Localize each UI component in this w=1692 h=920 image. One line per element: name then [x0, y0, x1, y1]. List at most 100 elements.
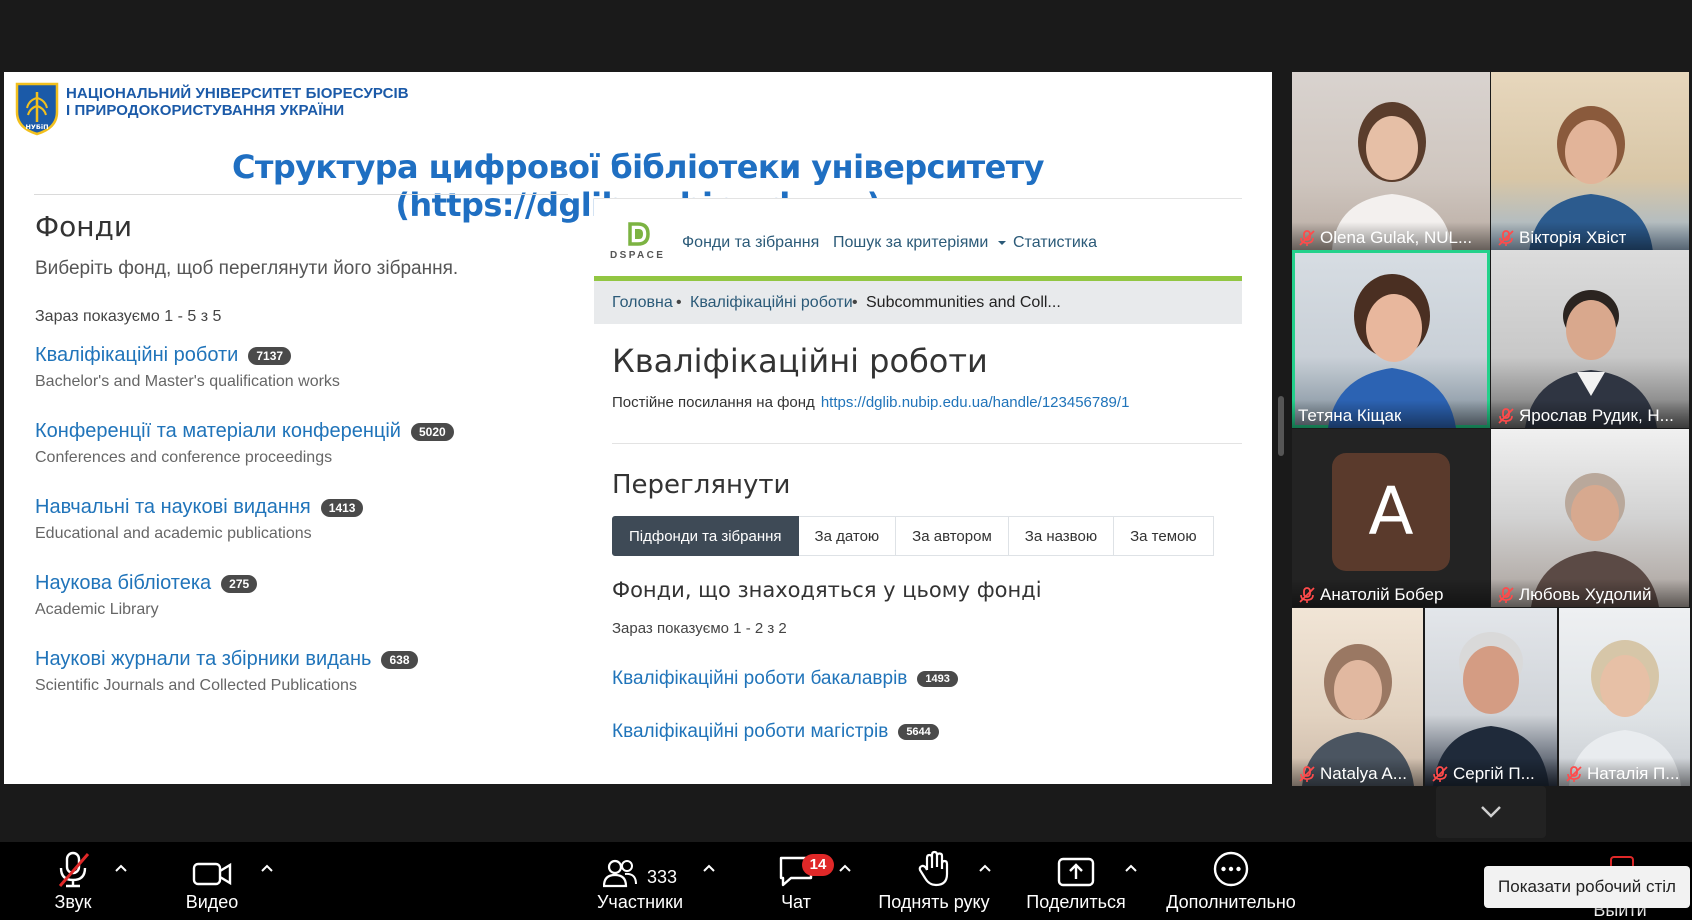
fund-description: Bachelor's and Master's qualification wo…	[35, 373, 340, 390]
caret-down-icon	[997, 241, 1006, 245]
share-screen-button[interactable]: Поделиться	[1024, 842, 1128, 920]
tab-by-title[interactable]: За назвою	[1008, 516, 1115, 556]
fund-link[interactable]: Наукова бібліотека	[35, 572, 211, 595]
breadcrumb: Головна • Кваліфікаційні роботи • Subcom…	[594, 281, 1242, 324]
participant-name-label: Тетяна Кіщак	[1298, 406, 1402, 425]
mic-muted-icon	[1498, 587, 1514, 603]
mic-muted-icon	[1432, 766, 1448, 782]
breadcrumb-separator: •	[676, 294, 682, 311]
audio-button[interactable]: Звук	[46, 842, 100, 920]
participant-tile[interactable]: A Анатолій Бобер	[1292, 429, 1490, 607]
exit-icon[interactable]	[1610, 856, 1634, 866]
mic-muted-icon	[1498, 230, 1514, 246]
video-camera-icon	[192, 862, 232, 886]
tab-by-subject[interactable]: За темою	[1114, 516, 1214, 556]
fund-item: Навчальні та наукові видання 1413 Educati…	[35, 496, 364, 543]
subfund-link[interactable]: Кваліфікаційні роботи магістрів	[612, 721, 888, 743]
raise-hand-icon	[918, 850, 949, 887]
raise-hand-button[interactable]: Поднять руку	[874, 842, 994, 920]
dspace-logo-text: DSPACE	[610, 250, 666, 261]
participants-options-caret-icon[interactable]	[702, 862, 716, 874]
participant-name-label: Анатолій Бобер	[1320, 585, 1444, 604]
subfunds-heading: Фонди, що знаходяться у цьому фонді	[612, 578, 1042, 602]
mic-muted-icon	[1299, 766, 1315, 782]
reactions-options-caret-icon[interactable]	[978, 862, 992, 874]
share-screen-icon	[1057, 857, 1095, 887]
nav-communities[interactable]: Фонди та зібрання	[682, 234, 819, 252]
more-options-icon	[1213, 851, 1249, 887]
participants-button[interactable]: 333 Участники	[584, 842, 696, 920]
tab-by-date[interactable]: За датою	[798, 516, 897, 556]
browse-tabs: Підфонди та зібрання За датою За автором…	[612, 516, 1214, 556]
fund-link[interactable]: Кваліфікаційні роботи	[35, 344, 238, 367]
video-options-caret-icon[interactable]	[260, 862, 274, 874]
fund-item: Наукова бібліотека 275 Academic Library	[35, 572, 258, 619]
dspace-page: DSPACE Фонди та зібрання Пошук за критер…	[594, 198, 1242, 784]
count-badge: 1493	[917, 671, 958, 687]
tab-by-author[interactable]: За автором	[896, 516, 1009, 556]
fund-item: Кваліфікаційні роботи 7137 Bachelor's and…	[35, 344, 340, 391]
audio-label: Звук	[54, 892, 92, 912]
participant-tile-active-speaker[interactable]: Тетяна Кіщак	[1292, 250, 1490, 428]
fund-link[interactable]: Конференції та матеріали конференцій	[35, 420, 401, 443]
gallery-next-page-button[interactable]	[1436, 786, 1546, 838]
participant-name-label: Natalya A...	[1320, 764, 1407, 783]
breadcrumb-home[interactable]: Головна	[612, 294, 673, 312]
count-badge: 5644	[898, 724, 939, 740]
participant-tile[interactable]: Любовь Худолий	[1491, 429, 1689, 607]
panel-resize-handle[interactable]	[1278, 396, 1284, 456]
chat-options-caret-icon[interactable]	[838, 862, 852, 874]
participants-icon	[602, 859, 637, 888]
nav-search-label: Пошук за критеріями	[833, 234, 989, 251]
raise-hand-label: Поднять руку	[878, 892, 990, 912]
permalink-url[interactable]: https://dglib.nubip.edu.ua/handle/123456…	[821, 394, 1130, 411]
participant-name: Сергій П...	[1425, 758, 1557, 786]
dspace-logo-icon	[628, 222, 650, 246]
subfund-link[interactable]: Кваліфікаційні роботи бакалаврів	[612, 668, 907, 690]
participant-name: Вікторія Хвіст	[1491, 222, 1689, 250]
chevron-down-icon	[1481, 806, 1501, 818]
participant-name: Анатолій Бобер	[1292, 579, 1490, 607]
divider	[612, 443, 1242, 444]
count-badge: 5020	[410, 422, 454, 441]
fund-link[interactable]: Наукові журнали та збірники видань	[35, 648, 371, 671]
participant-tile[interactable]: Наталія П...	[1559, 608, 1690, 786]
subfunds-count-text: Зараз показуємо 1 - 2 з 2	[612, 620, 787, 637]
meeting-toolbar: Звук Видео 333 Участники Чат Поднять рук…	[0, 842, 1692, 920]
participant-name: Ярослав Рудик, Н...	[1491, 400, 1689, 428]
dspace-logo[interactable]: DSPACE	[610, 220, 670, 266]
fund-description: Conferences and conference proceedings	[35, 449, 333, 466]
count-badge: 1413	[320, 498, 364, 517]
participant-name: Любовь Худолий	[1491, 579, 1689, 607]
divider	[34, 194, 568, 195]
mic-muted-icon	[1498, 408, 1514, 424]
participant-tile[interactable]: Natalya A...	[1292, 608, 1423, 786]
participant-tile[interactable]: Ярослав Рудик, Н...	[1491, 250, 1689, 428]
fund-link[interactable]: Навчальні та наукові видання	[35, 496, 311, 519]
video-label: Видео	[185, 892, 239, 912]
participants-count: 333	[646, 867, 678, 887]
subfund-item: Кваліфікаційні роботи бакалаврів 1493	[612, 668, 958, 690]
nav-search[interactable]: Пошук за критеріями	[833, 234, 1007, 252]
participant-name: Наталія П...	[1559, 758, 1690, 786]
participant-tile[interactable]: Вікторія Хвіст	[1491, 72, 1689, 250]
count-badge: 275	[221, 574, 258, 593]
nav-statistics[interactable]: Статистика	[1013, 234, 1097, 252]
fund-item: Конференції та матеріали конференцій 5020…	[35, 420, 454, 467]
participant-tile[interactable]: Olena Gulak, NUL...	[1292, 72, 1490, 250]
video-button[interactable]: Видео	[182, 842, 242, 920]
share-label: Поделиться	[1026, 892, 1126, 912]
fund-description: Educational and academic publications	[35, 525, 312, 542]
share-options-caret-icon[interactable]	[1124, 862, 1138, 874]
participant-name-label: Вікторія Хвіст	[1519, 228, 1627, 247]
more-button[interactable]: Дополнительно	[1160, 842, 1302, 920]
chat-label: Чат	[781, 892, 811, 912]
tab-subfunds[interactable]: Підфонди та зібрання	[612, 516, 799, 556]
shared-screen: НУБіП НАЦІОНАЛЬНИЙ УНІВЕРСИТЕТ БІОРЕСУРС…	[4, 72, 1272, 784]
breadcrumb-separator: •	[852, 294, 858, 311]
audio-options-caret-icon[interactable]	[114, 862, 128, 874]
page-title: Кваліфікаційні роботи	[612, 342, 988, 380]
breadcrumb-fund[interactable]: Кваліфікаційні роботи	[690, 294, 853, 312]
participant-tile[interactable]: Сергій П...	[1425, 608, 1557, 786]
participant-name: Natalya A...	[1292, 758, 1423, 786]
